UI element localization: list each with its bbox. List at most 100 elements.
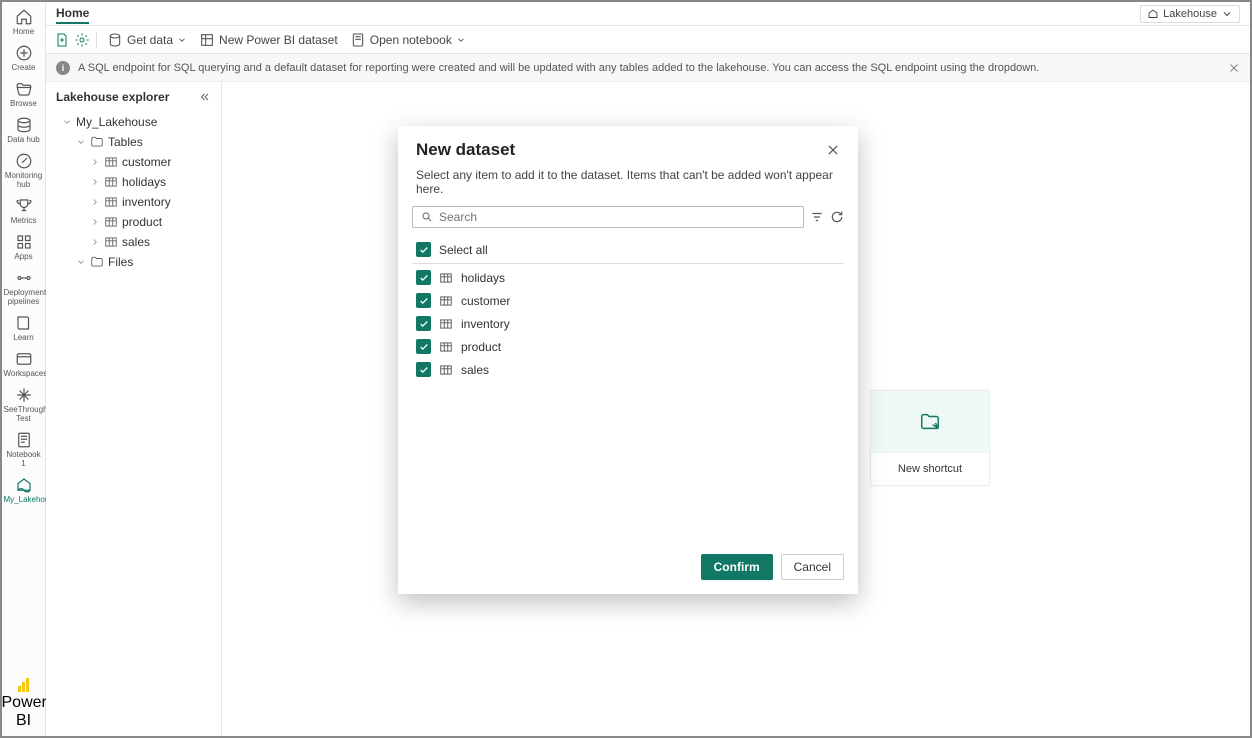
check-icon [419, 319, 429, 329]
open-notebook-button[interactable]: Open notebook [346, 30, 470, 50]
chevron-right-icon [90, 217, 100, 227]
dialog-subtitle: Select any item to add it to the dataset… [398, 164, 858, 206]
search-input-wrapper[interactable] [412, 206, 804, 228]
notebook-icon [15, 431, 33, 449]
rail-learn[interactable]: Learn [2, 308, 46, 344]
plus-circle-icon [15, 44, 33, 62]
home-icon [15, 8, 33, 26]
workspace-icon [15, 350, 33, 368]
lakehouse-icon [15, 476, 33, 494]
table-icon [104, 195, 118, 209]
chevron-down-icon [76, 257, 86, 267]
dialog-item-row[interactable]: product [412, 335, 844, 358]
item-checkbox[interactable] [416, 316, 431, 331]
select-all-checkbox[interactable] [416, 242, 431, 257]
dialog-item-label: inventory [461, 317, 510, 331]
rail-datahub[interactable]: Data hub [2, 110, 46, 146]
item-checkbox[interactable] [416, 339, 431, 354]
tree-table-label: sales [122, 235, 150, 249]
close-icon [826, 143, 840, 157]
check-icon [419, 342, 429, 352]
rail-notebook-label: Notebook 1 [2, 449, 46, 468]
rail-home-label: Home [2, 26, 46, 36]
rail-monitoring-label: Monitoring hub [2, 170, 46, 189]
tree-root-label: My_Lakehouse [76, 115, 157, 129]
item-checkbox[interactable] [416, 270, 431, 285]
dialog-close-button[interactable] [826, 143, 840, 157]
table-icon [439, 317, 453, 331]
rail-apps[interactable]: Apps [2, 227, 46, 263]
chevron-right-icon [90, 157, 100, 167]
tree-table-item[interactable]: holidays [50, 172, 217, 192]
tree-root[interactable]: My_Lakehouse [50, 112, 217, 132]
item-checkbox[interactable] [416, 293, 431, 308]
select-all-row[interactable]: Select all [412, 238, 844, 264]
chevron-down-icon [456, 35, 466, 45]
dialog-item-row[interactable]: inventory [412, 312, 844, 335]
tree-table-item[interactable]: customer [50, 152, 217, 172]
table-icon [439, 340, 453, 354]
refresh-icon[interactable] [830, 210, 844, 224]
workspace-switcher[interactable]: Lakehouse [1140, 5, 1240, 23]
new-pbi-dataset-button[interactable]: New Power BI dataset [195, 30, 342, 50]
tree-table-label: customer [122, 155, 171, 169]
rail-pipelines[interactable]: Deployment pipelines [2, 263, 46, 308]
cancel-button[interactable]: Cancel [781, 554, 844, 580]
rail-powerbi[interactable]: Power BI [2, 670, 46, 736]
book-icon [15, 314, 33, 332]
rail-monitoring[interactable]: Monitoring hub [2, 146, 46, 191]
trophy-icon [15, 197, 33, 215]
new-file-icon[interactable] [54, 32, 70, 48]
get-data-button[interactable]: Get data [103, 30, 191, 50]
rail-browse[interactable]: Browse [2, 74, 46, 110]
rail-workspaces[interactable]: Workspaces [2, 344, 46, 380]
dialog-item-row[interactable]: holidays [412, 266, 844, 289]
rail-create[interactable]: Create [2, 38, 46, 74]
explorer-header: Lakehouse explorer [46, 82, 221, 112]
rail-home[interactable]: Home [2, 2, 46, 38]
confirm-button[interactable]: Confirm [701, 554, 773, 580]
check-icon [419, 245, 429, 255]
tree-table-item[interactable]: product [50, 212, 217, 232]
dialog-item-row[interactable]: customer [412, 289, 844, 312]
left-nav-rail: Home Create Browse Data hub Monitoring h… [2, 2, 46, 736]
info-icon: i [56, 61, 70, 75]
dataset-icon [199, 32, 215, 48]
tree-table-item[interactable]: sales [50, 232, 217, 252]
explorer-tree: My_Lakehouse Tables customer holidaysinve… [46, 112, 221, 272]
table-icon [439, 363, 453, 377]
dialog-item-label: sales [461, 363, 489, 377]
header-tab-home[interactable]: Home [56, 4, 89, 24]
tree-table-item[interactable]: inventory [50, 192, 217, 212]
new-shortcut-card[interactable]: New shortcut [870, 390, 990, 486]
dialog-item-label: product [461, 340, 501, 354]
rail-create-label: Create [2, 62, 46, 72]
info-banner: i A SQL endpoint for SQL querying and a … [46, 54, 1250, 82]
search-input[interactable] [439, 210, 795, 224]
rail-learn-label: Learn [2, 332, 46, 342]
rail-mylakehouse-label: My_Lakehouse [2, 494, 46, 504]
check-icon [419, 273, 429, 283]
rail-browse-label: Browse [2, 98, 46, 108]
get-data-label: Get data [127, 33, 173, 47]
settings-sparkle-icon[interactable] [74, 32, 90, 48]
table-icon [104, 175, 118, 189]
chevron-right-icon [90, 177, 100, 187]
tree-tables-label: Tables [108, 135, 143, 149]
rail-mylakehouse[interactable]: My_Lakehouse [2, 470, 46, 506]
dialog-item-row[interactable]: sales [412, 358, 844, 381]
tree-tables[interactable]: Tables [50, 132, 217, 152]
rail-workspaces-label: Workspaces [2, 368, 46, 378]
rail-metrics[interactable]: Metrics [2, 191, 46, 227]
filter-icon[interactable] [810, 210, 824, 224]
explorer-collapse-button[interactable] [199, 91, 211, 103]
rail-seethrough[interactable]: SeeThrough Test [2, 380, 46, 425]
table-icon [439, 294, 453, 308]
select-all-label: Select all [439, 243, 488, 257]
rail-notebook[interactable]: Notebook 1 [2, 425, 46, 470]
tree-files[interactable]: Files [50, 252, 217, 272]
new-pbi-dataset-label: New Power BI dataset [219, 33, 338, 47]
banner-close-button[interactable] [1228, 62, 1240, 74]
item-checkbox[interactable] [416, 362, 431, 377]
tree-table-label: product [122, 215, 162, 229]
